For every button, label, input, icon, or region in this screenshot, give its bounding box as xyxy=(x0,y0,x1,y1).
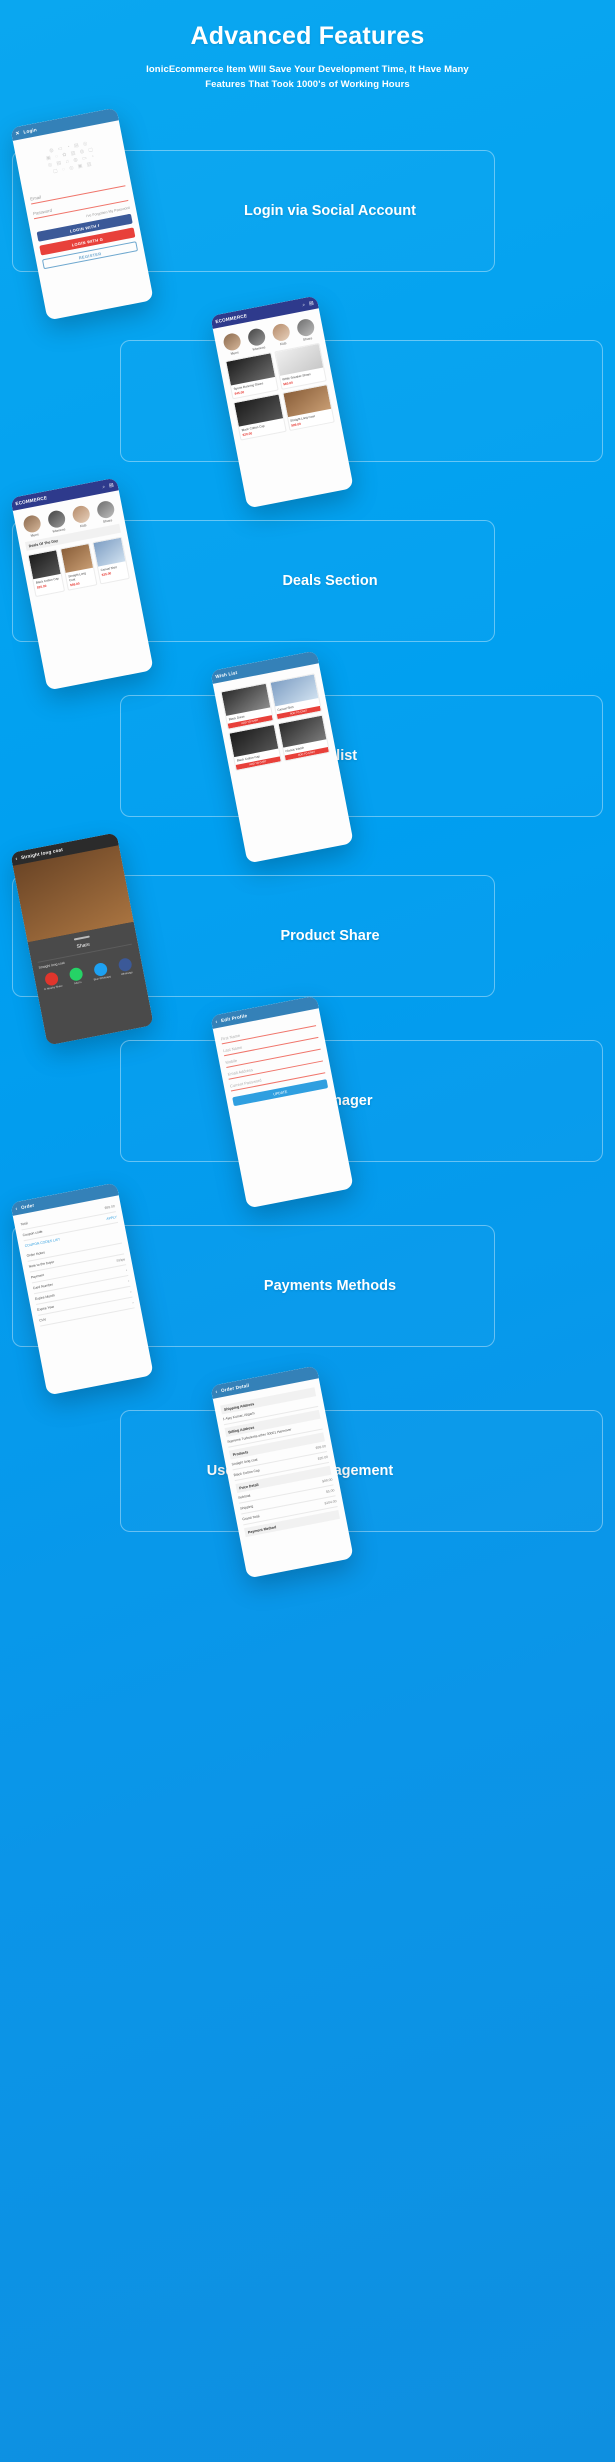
feature-row-top-sale: Top Sale ECOMMERCE ⌕ ▤ Mens Womens Kids … xyxy=(0,295,615,509)
page-subtitle: IonicEcommerce Item Will Save Your Devel… xyxy=(146,64,469,90)
phone-mockup-order-detail: ‹ Order Detail Shipping Address 1 Ajay K… xyxy=(210,1365,354,1579)
app-bar-title: Edit Profile xyxy=(220,1013,248,1024)
page-header: Advanced Features IonicEcommerce Item Wi… xyxy=(0,0,615,92)
feature-row-wishlist: Product Wishlist Wish List Black DressAD… xyxy=(0,650,615,864)
product-grid: Sports Running Shoes $45.00 White Sneaker… xyxy=(225,342,335,441)
app-bar-title: Order xyxy=(20,1202,35,1211)
wishlist-grid: Black Dress ADD TO CART Casual Shirt ADD T… xyxy=(220,673,331,772)
back-icon[interactable]: ‹ xyxy=(215,1388,218,1394)
product-card[interactable]: Casual Shirt $35.00 xyxy=(92,536,130,585)
category-item[interactable]: Womens xyxy=(44,509,70,535)
product-price: $99.00 xyxy=(315,1444,327,1451)
category-item[interactable]: Kids xyxy=(269,322,295,348)
product-card[interactable]: Black Cotton Cap $20.00 xyxy=(233,393,287,441)
expire-year-label: Expire Year xyxy=(36,1304,55,1312)
share-target[interactable]: Add to xyxy=(65,966,89,987)
wishlist-item[interactable]: Classic Watch ADD TO CART xyxy=(276,714,331,762)
page-title: Advanced Features xyxy=(190,22,425,50)
feature-card xyxy=(120,695,603,817)
category-item[interactable]: Kids xyxy=(69,504,95,530)
payment-label: Payment xyxy=(30,1273,45,1280)
drag-handle[interactable] xyxy=(73,935,90,941)
phone-mockup-deals: ECOMMERCE ⌕ ▤ Mens Womens Kids Shoes Dea… xyxy=(10,477,154,691)
price-label: Shipping xyxy=(239,1504,254,1511)
feature-row-deals: Deals Section ECOMMERCE ⌕ ▤ Mens Womens … xyxy=(0,477,615,691)
share-target[interactable]: In Nearby Share xyxy=(40,971,64,992)
app-bar-title: Login xyxy=(23,127,38,135)
share-target[interactable]: Whatsapp xyxy=(114,956,138,977)
notes-label: Order Notes xyxy=(26,1250,46,1258)
price-label: Grand Total xyxy=(241,1514,260,1522)
apply-coupon-button[interactable]: APPLY xyxy=(106,1215,117,1221)
card-number-label: Card Number xyxy=(32,1282,54,1291)
product-name: Black Cotton Cap xyxy=(233,1468,261,1478)
share-target-label: Whatsapp xyxy=(120,970,133,977)
app-bar-title: Wish List xyxy=(214,670,238,680)
payment-value: Stripe xyxy=(116,1257,126,1263)
category-item[interactable]: Shoes xyxy=(93,499,119,525)
category-item[interactable]: Womens xyxy=(244,327,270,353)
close-icon[interactable]: ✕ xyxy=(15,130,20,137)
price-value: $104.00 xyxy=(324,1499,337,1506)
phone-mockup-profile: ‹ Edit Profile First Name Last Name Mobi… xyxy=(210,995,354,1209)
wishlist-item[interactable]: Black Dress ADD TO CART xyxy=(220,682,274,730)
share-target-label: Add to xyxy=(73,980,82,986)
feature-card xyxy=(120,340,603,462)
store-home: Mens Womens Kids Shoes Sports Running Sh… xyxy=(213,308,342,446)
feature-row-login-social: Login via Social Account ✕ Login ◍ ▭ ◔ ▤… xyxy=(0,107,615,321)
phone-mockup-order: ‹ Order Total $99.00 Coupon code APPLY C… xyxy=(10,1182,154,1396)
share-target-label: In Nearby Share xyxy=(43,984,63,992)
product-card[interactable]: Straight Long Coat $99.00 xyxy=(59,542,98,591)
cart-icon[interactable]: ▤ xyxy=(108,482,114,489)
category-item[interactable]: Mens xyxy=(20,513,46,539)
price-value: $99.00 xyxy=(321,1477,333,1484)
product-card[interactable]: White Sneaker Shoes $60.00 xyxy=(273,342,327,390)
phone-mockup-login: ✕ Login ◍ ▭ ◔ ▤ ◎ ▣ ◌ ✿ ▥ ◍ ▢ ◎ ▤ ♫ ◍ ▭ ◔ ▢… xyxy=(10,107,154,321)
product-card[interactable]: Black Cotton Cap $20.00 xyxy=(27,549,66,598)
wishlist-grid-wrap: Black Dress ADD TO CART Casual Shirt ADD T… xyxy=(213,663,337,777)
category-item[interactable]: Mens xyxy=(220,331,246,357)
category-label: Womens xyxy=(252,345,266,352)
cvv-label: CVV xyxy=(38,1317,47,1323)
total-value: $99.00 xyxy=(104,1204,116,1211)
feature-card xyxy=(120,1410,603,1532)
feature-showcase-page: Advanced Features IonicEcommerce Item Wi… xyxy=(0,0,615,2462)
back-icon[interactable]: ‹ xyxy=(15,855,18,861)
back-icon[interactable]: ‹ xyxy=(15,1205,18,1211)
feature-card xyxy=(120,1040,603,1162)
deals-home: Mens Womens Kids Shoes Deals Of The Day … xyxy=(13,490,137,603)
total-label: Total xyxy=(20,1221,28,1227)
feature-row-address: User Address Management ‹ Order Detail S… xyxy=(0,1365,615,1579)
notes-placeholder: Note to the buyer xyxy=(28,1259,55,1269)
price-label: Subtotal xyxy=(237,1493,251,1500)
product-card[interactable]: Straight Long Coat $99.00 xyxy=(281,384,335,432)
price-value: $5.00 xyxy=(325,1488,335,1494)
category-item[interactable]: Shoes xyxy=(293,317,319,343)
search-icon[interactable]: ⌕ xyxy=(102,483,106,489)
icon-cloud-graphic: ◍ ▭ ◔ ▤ ◎ ▣ ◌ ✿ ▥ ◍ ▢ ◎ ▤ ♫ ◍ ▭ ◔ ▢ ◌ ◎ ▣ ▥ xyxy=(45,140,97,175)
cart-icon[interactable]: ▤ xyxy=(308,300,314,307)
share-target-label: Blue Whatsapp xyxy=(93,975,112,982)
feature-row-profile: User Profile Manager ‹ Edit Profile Firs… xyxy=(0,995,615,1209)
category-label: Shoes xyxy=(302,336,313,342)
phone-mockup-wishlist: Wish List Black Dress ADD TO CART Casual … xyxy=(210,650,354,864)
address-text: 1 Ajay Kumar, Aligarh xyxy=(222,1411,255,1422)
phone-mockup-top-sale: ECOMMERCE ⌕ ▤ Mens Womens Kids Shoes Spo… xyxy=(210,295,354,509)
search-icon[interactable]: ⌕ xyxy=(302,301,306,307)
wishlist-item[interactable]: Black Cotton Cap ADD TO CART xyxy=(228,723,282,772)
wishlist-item[interactable]: Casual Shirt ADD TO CART xyxy=(268,673,323,721)
product-card[interactable]: Sports Running Shoes $45.00 xyxy=(225,352,279,400)
expire-month-label: Expire Month xyxy=(34,1293,56,1302)
order-form: Total $99.00 Coupon code APPLY COUPON CO… xyxy=(13,1195,142,1332)
product-price: $20.00 xyxy=(317,1454,329,1461)
feature-row-payments: Payments Methods ‹ Order Total $99.00 Co… xyxy=(0,1182,615,1396)
category-label: Mens xyxy=(230,350,240,356)
share-target[interactable]: Blue Whatsapp xyxy=(89,961,113,982)
back-icon[interactable]: ‹ xyxy=(215,1018,218,1024)
coupon-input[interactable]: Coupon code xyxy=(22,1230,43,1238)
category-label: Kids xyxy=(279,341,287,347)
